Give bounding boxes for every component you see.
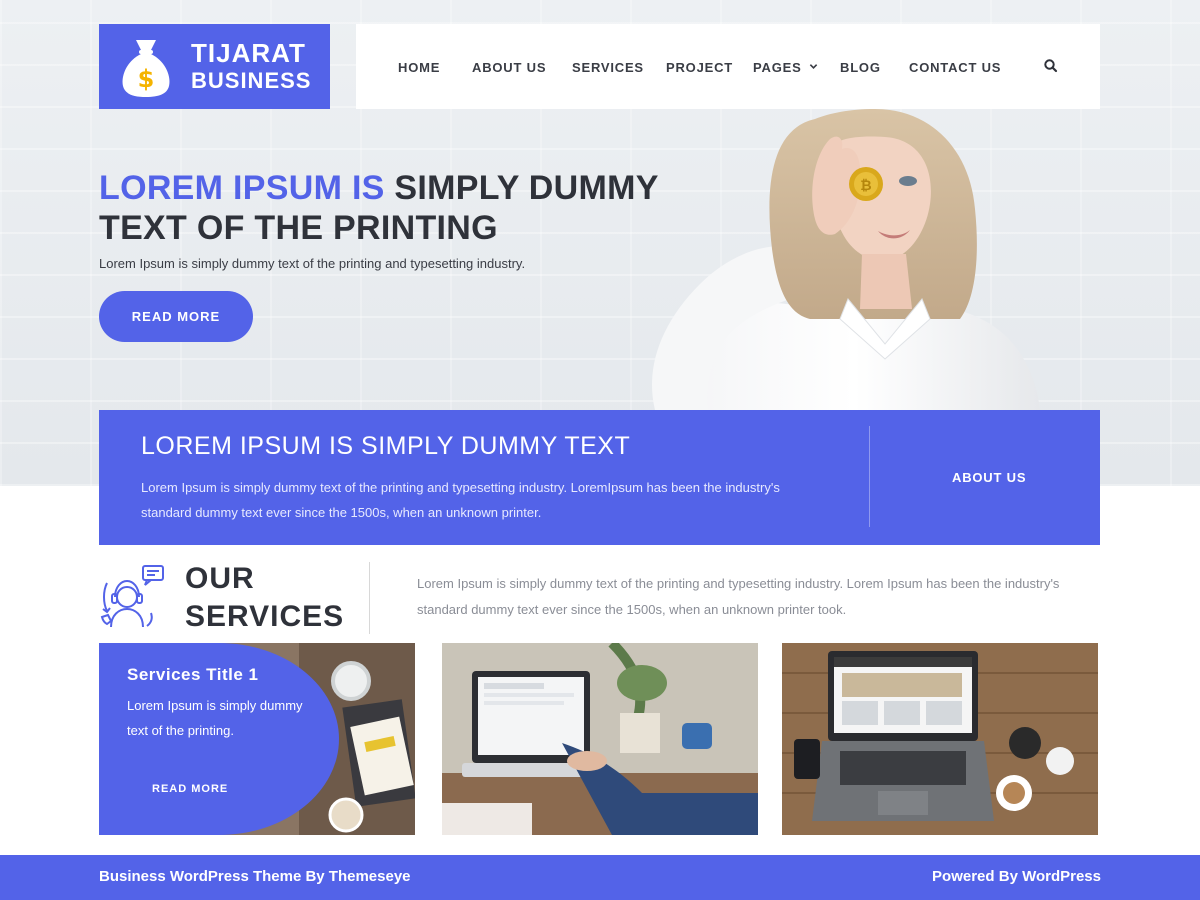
service-card-3[interactable] — [782, 643, 1098, 835]
hero-title: LOREM IPSUM IS SIMPLY DUMMY TEXT OF THE … — [99, 168, 659, 248]
nav-contact-us[interactable]: CONTACT US — [909, 60, 1001, 75]
services-heading-line1: OUR — [185, 562, 255, 595]
customer-support-icon — [99, 563, 165, 631]
service-card-description: Lorem Ipsum is simply dummy text of the … — [127, 698, 303, 738]
money-bag-icon: $ — [119, 36, 173, 98]
service-card-2[interactable] — [442, 643, 758, 835]
nav-pages-label: PAGES — [753, 60, 802, 75]
laptop-desk-image — [782, 643, 1098, 835]
nav-blog[interactable]: BLOG — [840, 60, 881, 75]
svg-text:$: $ — [138, 65, 155, 93]
banner-about-us-link[interactable]: ABOUT US — [952, 470, 1026, 485]
chevron-down-icon — [809, 64, 818, 69]
footer-theme-credit[interactable]: Business WordPress Theme By Themeseye — [99, 868, 411, 885]
main-navigation: HOME ABOUT US SERVICES PROJECT PAGES BLO… — [356, 24, 1100, 109]
laptop-typing-image — [442, 643, 758, 835]
hero-read-more-button[interactable]: READ MORE — [99, 291, 253, 342]
search-icon[interactable] — [1043, 58, 1059, 74]
hero-title-accent: LOREM IPSUM IS — [99, 169, 385, 207]
logo-subtitle: BUSINESS — [191, 67, 312, 93]
intro-banner: LOREM IPSUM IS SIMPLY DUMMY TEXT Lorem I… — [99, 410, 1100, 545]
services-heading: OUR SERVICES — [185, 560, 344, 636]
nav-about-us[interactable]: ABOUT US — [472, 60, 546, 75]
services-heading-line2: SERVICES — [185, 600, 345, 633]
hero-subtitle: Lorem Ipsum is simply dummy text of the … — [99, 256, 526, 271]
service-card-read-more[interactable]: READ MORE — [152, 783, 228, 795]
logo-title: TIJARAT — [191, 37, 306, 68]
nav-pages[interactable]: PAGES — [753, 60, 818, 75]
banner-text: Lorem Ipsum is simply dummy text of the … — [141, 480, 780, 520]
service-card-1[interactable]: Services Title 1 Lorem Ipsum is simply d… — [99, 643, 415, 835]
footer-powered-by[interactable]: Powered By WordPress — [932, 868, 1101, 885]
nav-services[interactable]: SERVICES — [572, 60, 644, 75]
service-card-title: Services Title 1 — [127, 665, 259, 684]
nav-home[interactable]: HOME — [398, 60, 440, 75]
services-description: Lorem Ipsum is simply dummy text of the … — [417, 576, 1060, 617]
banner-title: LOREM IPSUM IS SIMPLY DUMMY TEXT — [141, 432, 631, 460]
site-logo[interactable]: $ TIJARAT BUSINESS — [99, 24, 330, 109]
site-footer: Business WordPress Theme By Themeseye Po… — [0, 855, 1200, 900]
nav-project[interactable]: PROJECT — [666, 60, 733, 75]
services-divider — [369, 562, 370, 634]
hero-woman-image: ₿ — [630, 109, 1050, 410]
svg-text:₿: ₿ — [860, 178, 871, 194]
banner-divider — [869, 426, 870, 527]
